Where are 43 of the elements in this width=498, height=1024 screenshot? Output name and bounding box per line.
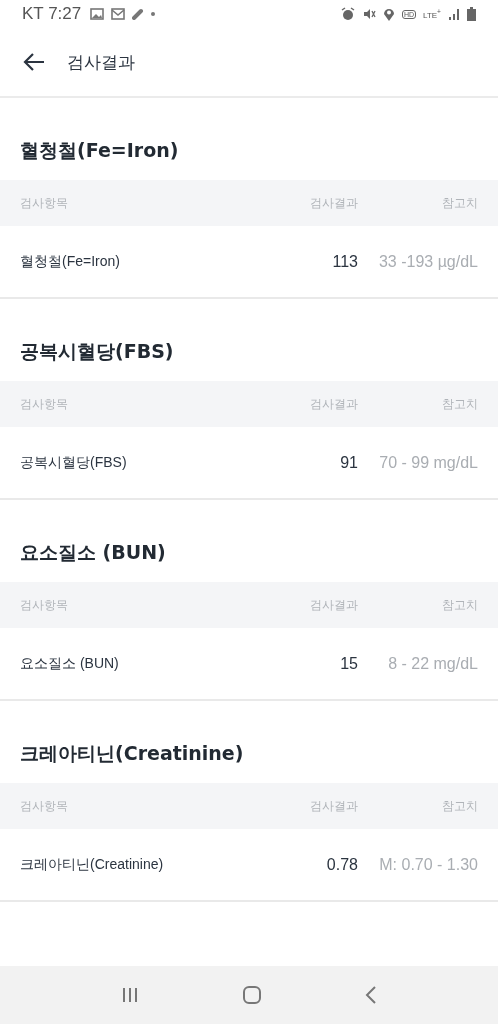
column-header: 검사결과	[309, 596, 358, 614]
reference-range: 70 - 99 mg/dL	[378, 453, 478, 472]
test-result: 15	[339, 654, 358, 673]
page-title: 검사결과	[67, 50, 135, 74]
column-header: 검사결과	[309, 797, 358, 815]
reference-range: 8 - 22 mg/dL	[387, 654, 478, 673]
column-header: 검사항목	[20, 596, 69, 614]
section-title: 공복시혈당(FBS)	[19, 339, 175, 364]
column-header: 참고치	[441, 596, 478, 614]
location-icon	[382, 7, 395, 21]
network-type: LTE$^{+}$	[423, 8, 441, 20]
battery-icon	[467, 7, 476, 21]
reference-range: 33 -193 µg/dL	[377, 252, 478, 271]
test-result: 0.78	[325, 855, 358, 874]
column-header: 검사결과	[309, 395, 358, 413]
column-header: 참고치	[441, 194, 478, 212]
column-header: 참고치	[441, 797, 478, 815]
back-icon[interactable]	[364, 986, 377, 1004]
carrier-time: KT 7:27	[22, 4, 82, 24]
recent-apps-icon[interactable]	[121, 987, 140, 1003]
mail-icon	[111, 8, 126, 20]
test-result: 91	[339, 453, 358, 472]
image-icon	[90, 8, 105, 20]
back-arrow-icon[interactable]	[22, 52, 46, 72]
reference-range: M: 0.70 - 1.30	[378, 855, 478, 874]
test-result: 113	[331, 252, 358, 271]
column-header: 검사항목	[20, 395, 69, 413]
test-name: 공복시혈당(FBS)	[20, 453, 128, 472]
dot-icon	[151, 12, 156, 16]
column-header: 검사항목	[20, 194, 69, 212]
signal-icon	[448, 8, 460, 20]
section-title: 크레아티닌(Creatinine)	[19, 741, 245, 766]
column-header: 참고치	[441, 395, 478, 413]
column-header: 검사항목	[20, 797, 69, 815]
section-title: 요소질소 (BUN)	[19, 540, 167, 565]
mute-icon	[361, 7, 376, 21]
test-name: 혈청철(Fe=Iron)	[20, 252, 121, 271]
alarm-icon	[340, 7, 355, 21]
test-name: 요소질소 (BUN)	[20, 654, 120, 673]
column-header: 검사결과	[309, 194, 358, 212]
test-name: 크레아티닌(Creatinine)	[20, 855, 165, 874]
home-icon[interactable]	[242, 985, 262, 1005]
section-title: 혈청철(Fe=Iron)	[19, 138, 180, 163]
